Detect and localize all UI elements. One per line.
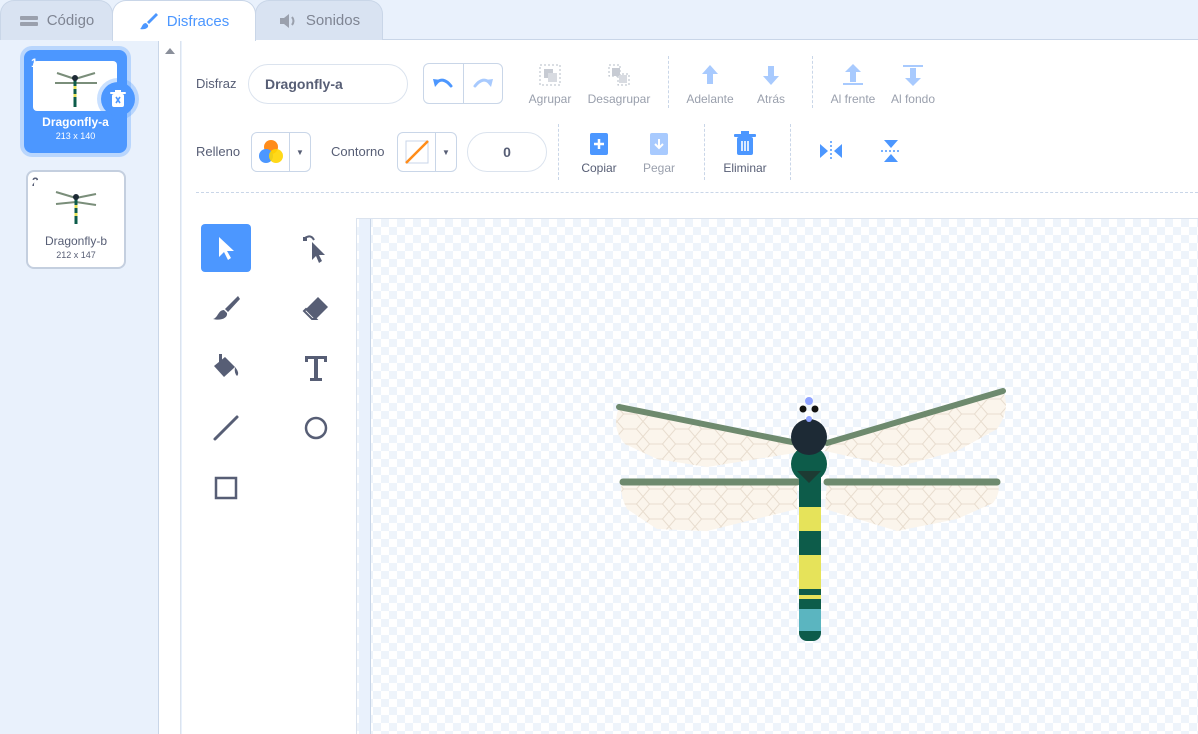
flip-vertical-icon bbox=[881, 140, 901, 162]
costume-list: 1 Dragonfly-a 213 x 140 2 bbox=[0, 40, 159, 734]
editor-tabs: Código Disfraces Sonidos bbox=[0, 0, 1198, 41]
outline-color-icon bbox=[404, 140, 429, 164]
tab-costumes-label: Disfraces bbox=[166, 12, 230, 30]
toolbar-divider bbox=[196, 192, 1198, 193]
copy-button[interactable]: Copiar bbox=[576, 131, 622, 175]
circle-icon bbox=[304, 416, 328, 440]
dragonfly-sprite[interactable] bbox=[357, 219, 1198, 734]
costume-name-input[interactable]: Dragonfly-a bbox=[248, 64, 408, 104]
costume-name: Dragonfly-a bbox=[42, 115, 109, 129]
copy-label: Copiar bbox=[581, 161, 617, 175]
drawing-canvas[interactable] bbox=[356, 218, 1198, 734]
fill-tool[interactable] bbox=[201, 344, 251, 392]
send-to-back-icon bbox=[903, 65, 923, 86]
tab-costumes[interactable]: Disfraces bbox=[112, 0, 256, 41]
rectangle-icon bbox=[214, 476, 238, 500]
reshape-tool[interactable] bbox=[291, 224, 341, 272]
redo-icon bbox=[473, 78, 493, 87]
line-tool[interactable] bbox=[201, 404, 251, 452]
costume-thumbnail bbox=[34, 180, 118, 230]
group-button[interactable]: Agrupar bbox=[525, 62, 575, 106]
group-icon bbox=[539, 64, 561, 86]
outline-width-input[interactable]: 0 bbox=[467, 132, 547, 172]
circle-tool[interactable] bbox=[291, 404, 341, 452]
front-label: Al frente bbox=[830, 92, 876, 106]
fill-label: Relleno bbox=[196, 144, 241, 159]
delete-label: Eliminar bbox=[723, 161, 767, 175]
copy-icon bbox=[590, 133, 608, 155]
undo-redo-group bbox=[423, 63, 503, 104]
outline-label: Contorno bbox=[331, 144, 385, 159]
arrow-cursor-icon bbox=[219, 237, 234, 260]
tab-sounds[interactable]: Sonidos bbox=[255, 0, 383, 40]
fill-color-icon bbox=[258, 140, 283, 163]
fill-color-picker[interactable]: ▼ bbox=[251, 132, 311, 172]
undo-button[interactable] bbox=[424, 64, 464, 103]
undo-icon bbox=[433, 78, 453, 87]
back-label: Al fondo bbox=[890, 92, 936, 106]
brush-icon bbox=[139, 13, 158, 30]
toolbar-separator bbox=[558, 124, 559, 180]
flip-horizontal-button[interactable] bbox=[816, 138, 846, 168]
arrow-down-icon bbox=[763, 66, 779, 85]
flip-vertical-button[interactable] bbox=[876, 138, 906, 168]
back-button[interactable]: Al fondo bbox=[886, 62, 940, 106]
scroll-up-arrow-icon[interactable] bbox=[165, 48, 175, 54]
costume-name: Dragonfly-b bbox=[44, 234, 108, 248]
line-icon bbox=[213, 415, 239, 441]
costume-card-2[interactable]: 2 Dragonfly-b 212 x 147 bbox=[26, 170, 126, 269]
chevron-down-icon: ▼ bbox=[442, 147, 450, 157]
toolbar-separator bbox=[704, 124, 705, 180]
paste-icon bbox=[650, 133, 668, 155]
costume-dimensions: 213 x 140 bbox=[55, 131, 96, 141]
forward-label: Adelante bbox=[686, 92, 734, 106]
forward-button[interactable]: Adelante bbox=[682, 62, 738, 106]
costume-name-label: Disfraz bbox=[196, 76, 237, 91]
paste-label: Pegar bbox=[642, 161, 676, 175]
arrow-up-icon bbox=[702, 65, 718, 84]
trash-icon bbox=[110, 90, 126, 107]
text-icon bbox=[305, 356, 327, 381]
paint-editor: Disfraz Dragonfly-a Agrupar Desagrupar A… bbox=[182, 40, 1198, 734]
toolbar-separator bbox=[790, 124, 791, 180]
tab-code-label: Código bbox=[46, 12, 95, 29]
tab-code[interactable]: Código bbox=[0, 0, 113, 40]
ungroup-icon bbox=[608, 64, 630, 86]
select-tool[interactable] bbox=[201, 224, 251, 272]
flip-horizontal-icon bbox=[820, 141, 842, 161]
tab-sounds-label: Sonidos bbox=[305, 12, 361, 29]
group-label: Agrupar bbox=[528, 92, 572, 106]
paste-button[interactable]: Pegar bbox=[636, 131, 682, 175]
rectangle-tool[interactable] bbox=[201, 464, 251, 512]
ungroup-button[interactable]: Desagrupar bbox=[582, 62, 656, 106]
costume-dimensions: 212 x 147 bbox=[56, 250, 96, 260]
speaker-icon bbox=[279, 13, 295, 28]
paint-bucket-icon bbox=[214, 354, 239, 377]
backward-button[interactable]: Atrás bbox=[746, 62, 796, 106]
toolbar-separator bbox=[668, 56, 669, 108]
trash-icon bbox=[734, 131, 756, 155]
bring-to-front-icon bbox=[843, 64, 863, 85]
toolbar-separator bbox=[812, 56, 813, 108]
eraser-tool[interactable] bbox=[291, 284, 341, 332]
text-tool[interactable] bbox=[291, 344, 341, 392]
code-icon bbox=[19, 15, 38, 26]
brush-tool[interactable] bbox=[201, 284, 251, 332]
backward-label: Atrás bbox=[756, 92, 785, 106]
outline-color-picker[interactable]: ▼ bbox=[397, 132, 457, 172]
chevron-down-icon: ▼ bbox=[296, 147, 304, 157]
delete-costume-button[interactable] bbox=[101, 82, 135, 116]
redo-button[interactable] bbox=[464, 64, 503, 103]
front-button[interactable]: Al frente bbox=[826, 62, 880, 106]
reshape-icon bbox=[303, 235, 325, 263]
costume-list-scrollbar[interactable] bbox=[159, 40, 181, 734]
ungroup-label: Desagrupar bbox=[587, 92, 651, 106]
delete-button[interactable]: Eliminar bbox=[718, 131, 772, 175]
eraser-icon bbox=[302, 297, 328, 320]
brush-icon bbox=[213, 296, 240, 320]
